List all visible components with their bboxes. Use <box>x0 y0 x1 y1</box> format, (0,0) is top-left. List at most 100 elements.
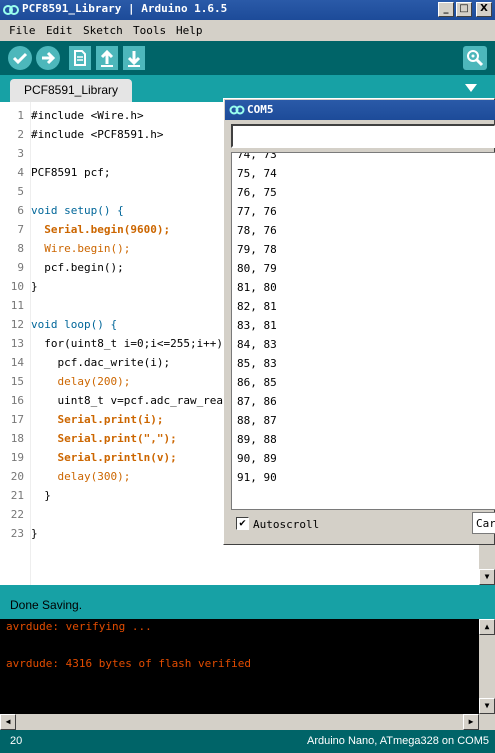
serial-output-area: 74, 73 75, 74 76, 75 77, 76 78, 76 79, 7… <box>231 152 495 510</box>
status-bar: Done Saving. <box>0 585 495 619</box>
minimize-button[interactable]: _ <box>438 2 454 17</box>
code-line: #include <PCF8591.h> <box>31 128 164 141</box>
line-number: 5 <box>17 185 24 198</box>
serial-line: 90, 89 <box>237 452 277 465</box>
serial-monitor-button[interactable] <box>463 46 487 70</box>
line-number: 8 <box>17 242 24 255</box>
menu-file[interactable]: File <box>9 24 36 37</box>
line-number: 9 <box>17 261 24 274</box>
toolbar <box>0 41 495 75</box>
serial-line: 77, 76 <box>237 205 277 218</box>
scroll-down-icon[interactable]: ▼ <box>479 569 495 585</box>
serial-line: 89, 88 <box>237 433 277 446</box>
cursor-line-number: 20 <box>10 735 23 747</box>
line-number: 18 <box>10 432 24 445</box>
menu-sketch[interactable]: Sketch <box>83 24 123 37</box>
line-number: 14 <box>10 356 24 369</box>
serial-line: 79, 78 <box>237 243 277 256</box>
upload-button[interactable] <box>36 46 60 70</box>
arduino-logo-icon <box>229 105 245 115</box>
verify-button[interactable] <box>8 46 32 70</box>
code-line: void loop() { <box>31 318 118 331</box>
serial-monitor-title-bar[interactable]: COM5 <box>225 100 495 120</box>
serial-line: 78, 76 <box>237 224 277 237</box>
open-button[interactable] <box>96 46 118 70</box>
document-icon <box>74 50 86 66</box>
serial-line: 74, 73 <box>237 152 277 161</box>
line-number: 22 <box>10 508 24 521</box>
code-line: } <box>31 527 38 540</box>
autoscroll-checkbox[interactable]: ✔ <box>236 517 249 530</box>
scroll-right-icon[interactable]: ▶ <box>463 714 479 730</box>
arrow-right-icon <box>42 51 56 65</box>
line-number: 16 <box>10 394 24 407</box>
line-number: 19 <box>10 451 24 464</box>
code-line: PCF8591 pcf; <box>31 166 111 179</box>
code-line: for(uint8_t i=0;i<=255;i++){ <box>31 337 230 350</box>
code-line: Serial.print(i); <box>31 413 164 426</box>
line-number: 21 <box>10 489 24 502</box>
code-line: #include <Wire.h> <box>31 109 144 122</box>
code-line: pcf.dac_write(i); <box>31 356 171 369</box>
menu-tools[interactable]: Tools <box>133 24 166 37</box>
console-vertical-scrollbar[interactable]: ▲ ▼ <box>479 619 495 714</box>
line-number: 13 <box>10 337 24 350</box>
line-number: 23 <box>10 527 24 540</box>
scroll-up-icon[interactable]: ▲ <box>479 619 495 635</box>
code-line: Wire.begin(); <box>31 242 131 255</box>
new-button[interactable] <box>69 46 91 70</box>
line-number: 11 <box>10 299 24 312</box>
line-number: 20 <box>10 470 24 483</box>
line-number: 6 <box>17 204 24 217</box>
console-line: avrdude: verifying ... <box>6 620 152 633</box>
window-title: PCF8591_Library | Arduino 1.6.5 <box>22 2 228 15</box>
serial-line: 86, 85 <box>237 376 277 389</box>
check-icon <box>12 52 28 65</box>
serial-line: 81, 80 <box>237 281 277 294</box>
line-number: 1 <box>17 109 24 122</box>
serial-line: 91, 90 <box>237 471 277 484</box>
board-port-label: Arduino Nano, ATmega328 on COM5 <box>306 735 489 747</box>
serial-line: 83, 81 <box>237 319 277 332</box>
line-number: 2 <box>17 128 24 141</box>
code-line: Serial.println(v); <box>31 451 177 464</box>
code-line: void setup() { <box>31 204 124 217</box>
code-line: pcf.begin(); <box>31 261 124 274</box>
tab-pcf8591-library[interactable]: PCF8591_Library <box>10 79 132 102</box>
console-horizontal-scrollbar[interactable]: ◀ ▶ <box>0 714 495 730</box>
save-button[interactable] <box>123 46 145 70</box>
scroll-down-icon[interactable]: ▼ <box>479 698 495 714</box>
line-number: 4 <box>17 166 24 179</box>
menu-help[interactable]: Help <box>176 24 203 37</box>
serial-line: 88, 87 <box>237 414 277 427</box>
line-number: 7 <box>17 223 24 236</box>
line-ending-select[interactable]: Carr <box>472 512 495 534</box>
serial-monitor-title: COM5 <box>247 103 274 116</box>
arrow-down-icon <box>127 51 141 67</box>
code-line: uint8_t v=pcf.adc_raw_read(1 <box>31 394 243 407</box>
scroll-left-icon[interactable]: ◀ <box>0 714 16 730</box>
line-number: 12 <box>10 318 24 331</box>
code-line: delay(200); <box>31 375 131 388</box>
footer-bar: 20 Arduino Nano, ATmega328 on COM5 <box>0 730 495 753</box>
magnifier-icon <box>467 50 484 67</box>
code-line: Serial.print(","); <box>31 432 177 445</box>
line-number: 15 <box>10 375 24 388</box>
code-line: Serial.begin(9600); <box>31 223 171 236</box>
serial-line: 76, 75 <box>237 186 277 199</box>
tab-menu-chevron-down-icon[interactable] <box>465 84 477 92</box>
line-number: 10 <box>10 280 24 293</box>
console-line: avrdude: 4316 bytes of flash verified <box>6 657 252 670</box>
menu-edit[interactable]: Edit <box>46 24 73 37</box>
autoscroll-label: Autoscroll <box>253 518 320 531</box>
close-button[interactable]: X <box>476 2 492 17</box>
serial-send-input[interactable] <box>231 124 495 148</box>
serial-line: 82, 81 <box>237 300 277 313</box>
serial-line: 84, 83 <box>237 338 277 351</box>
menu-bar: File Edit Sketch Tools Help <box>0 20 495 41</box>
line-number-gutter: 1 2 3 4 5 6 7 8 9 10 11 12 13 14 15 16 1… <box>0 102 29 585</box>
arrow-up-icon <box>100 49 114 67</box>
code-line: } <box>31 280 38 293</box>
line-number: 17 <box>10 413 24 426</box>
maximize-button[interactable]: □ <box>456 2 472 17</box>
